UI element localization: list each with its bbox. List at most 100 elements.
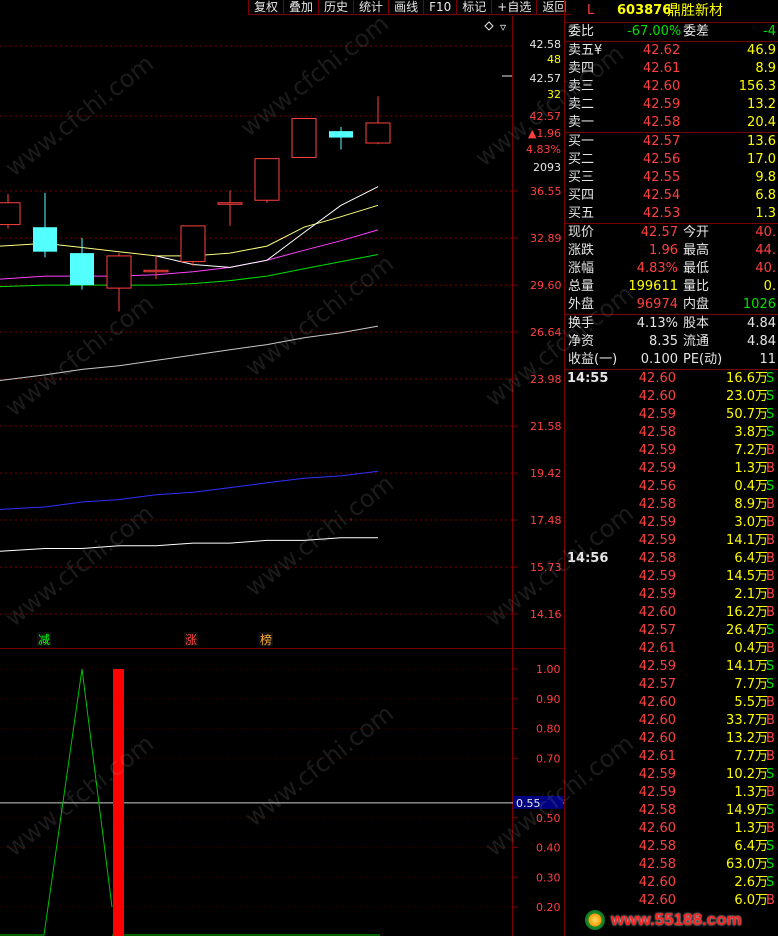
candle-body-down[interactable] [329,131,353,138]
tick-row[interactable]: 42.59 1.3万 B [565,784,778,802]
ask-row[interactable]: 卖二 42.59 13.2 [565,96,778,114]
sub-tick-label: 0.30 [536,871,561,884]
ask-row[interactable]: 卖四 42.61 8.9 [565,60,778,78]
tick-price: 42.58 [638,839,676,854]
tick-row[interactable]: 42.59 14.1万 S [565,658,778,676]
tick-row[interactable]: 42.57 26.4万 S [565,622,778,640]
tick-row[interactable]: 42.60 1.3万 B [565,820,778,838]
candle-body-down[interactable] [33,227,57,252]
candle-body-up[interactable] [254,158,280,201]
tick-price: 42.59 [638,461,676,476]
tick-row[interactable]: 42.56 0.4万 S [565,478,778,496]
candle-body-up[interactable] [0,202,21,226]
event-mark[interactable]: 减 [38,633,50,647]
sub-tick-label: 0.50 [536,812,561,825]
tick-row[interactable]: 42.61 7.7万 B [565,748,778,766]
indicator-menu-icon[interactable]: ▿ [500,20,506,34]
tick-row[interactable]: 42.61 0.4万 B [565,640,778,658]
candle-body-down[interactable] [70,253,94,286]
price-tick-label: 32.89 [530,232,562,245]
stat-label: 净资 [568,334,595,349]
price-tick-label: 29.60 [530,279,562,292]
stat-value: 8.35 [649,334,678,349]
indicator-bar[interactable] [113,669,124,936]
sub-tick-label: 1.00 [536,663,561,676]
tick-volume: 5.5万 [734,695,768,710]
tick-row[interactable]: 42.58 63.0万 S [565,856,778,874]
tick-row[interactable]: 42.58 8.9万 B [565,496,778,514]
bid-row[interactable]: 买二 42.56 17.0 [565,151,778,169]
tick-side: B [766,731,775,746]
tick-side: B [766,893,775,908]
diamond-icon[interactable] [484,21,494,31]
tick-row[interactable]: 42.60 5.5万 B [565,694,778,712]
bid-row[interactable]: 买三 42.55 9.8 [565,169,778,187]
tick-row[interactable]: 42.59 7.2万 B [565,442,778,460]
candle-body-up[interactable] [217,202,243,205]
bid-row[interactable]: 买一 42.57 13.6 [565,133,778,151]
tick-row[interactable]: 14:55 42.60 16.6万 S [565,370,778,388]
tick-price: 42.57 [638,623,676,638]
toolbar-overlay-button[interactable]: 叠加 [283,0,319,15]
stat-label: 换手 [568,316,595,331]
toolbar-draw-line-button[interactable]: 画线 [388,0,424,15]
candle-body-up[interactable] [106,255,132,289]
tick-row[interactable]: 42.59 10.2万 S [565,766,778,784]
toolbar-history-button[interactable]: 历史 [318,0,354,15]
toolbar-mark-button[interactable]: 标记 [456,0,492,15]
tick-row[interactable]: 14:56 42.58 6.4万 B [565,550,778,568]
candle-body-up[interactable] [180,225,206,263]
ask-label: 卖二 [568,97,595,112]
toolbar-restore-rights-button[interactable]: 复权 [248,0,284,15]
ask-price: 42.62 [643,43,681,58]
tick-row[interactable]: 42.58 14.9万 S [565,802,778,820]
toolbar-add-favorite-button[interactable]: +自选 [491,0,537,15]
tick-price: 42.59 [638,407,676,422]
ask-price: 42.59 [643,97,681,112]
bid-row[interactable]: 买五 42.53 1.3 [565,205,778,223]
tick-row[interactable]: 42.59 14.5万 B [565,568,778,586]
tick-volume: 2.1万 [734,587,768,602]
tick-row[interactable]: 42.57 7.7万 S [565,676,778,694]
tick-list[interactable]: 14:55 42.60 16.6万 S 42.60 23.0万 S 42.59 50.7万 S 42… [565,370,778,910]
tick-row[interactable]: 42.59 14.1万 B [565,532,778,550]
kline-chart[interactable]: 36.55 32.89 29.60 26.64 23.98 21.58 19.42 17.48… [0,0,564,936]
tick-row[interactable]: 42.60 13.2万 B [565,730,778,748]
price-info-v2: 32 [547,88,561,101]
tick-volume: 7.7万 [734,749,768,764]
candle-body-up[interactable] [291,118,317,159]
stat-value: 0. [763,279,776,294]
indicator-line [0,668,113,936]
tick-row[interactable]: 42.58 6.4万 S [565,838,778,856]
ask-row[interactable]: 卖三 42.60 156.3 [565,78,778,96]
order-ratio-row: 委比 -67.00% 委差 -4 [565,23,778,42]
stat-label: 股本 [683,316,710,331]
tick-price: 42.60 [638,713,676,728]
toolbar-statistics-button[interactable]: 统计 [353,0,389,15]
tick-row[interactable]: 42.59 2.1万 B [565,586,778,604]
quote-panel: L 603876 鼎胜新材 委比 -67.00% 委差 -4 卖五¥ 42.62 4… [564,0,778,936]
tick-row[interactable]: 42.60 2.6万 S [565,874,778,892]
candle-body-up[interactable] [143,269,169,273]
toolbar-f10-button[interactable]: F10 [423,0,457,15]
bid-row[interactable]: 买四 42.54 6.8 [565,187,778,205]
tick-row[interactable]: 42.59 1.3万 B [565,460,778,478]
event-mark[interactable]: 榜 [260,632,272,647]
tick-row[interactable]: 42.58 3.8万 S [565,424,778,442]
tick-row[interactable]: 42.60 16.2万 B [565,604,778,622]
fundamental-stats: 换手 4.13% 股本 4.84 净资 8.35 流通 4.84 收益(一) 0.100 PE(动)… [565,315,778,370]
ask-price: 42.61 [643,61,681,76]
event-mark[interactable]: 涨 [185,632,197,647]
candle-body-up[interactable] [365,122,391,144]
stat-row: 涨幅 4.83% 最低 40. [565,260,778,278]
bid-volume: 6.8 [755,188,776,203]
tick-row[interactable]: 42.59 50.7万 S [565,406,778,424]
ask-row[interactable]: 卖一 42.58 20.4 [565,114,778,132]
ask-row[interactable]: 卖五¥ 42.62 46.9 [565,42,778,60]
bid-price: 42.54 [643,188,681,203]
tick-volume: 2.6万 [734,875,768,890]
tick-row[interactable]: 42.60 33.7万 B [565,712,778,730]
tick-row[interactable]: 42.60 23.0万 S [565,388,778,406]
tick-price: 42.60 [638,695,676,710]
tick-row[interactable]: 42.59 3.0万 B [565,514,778,532]
